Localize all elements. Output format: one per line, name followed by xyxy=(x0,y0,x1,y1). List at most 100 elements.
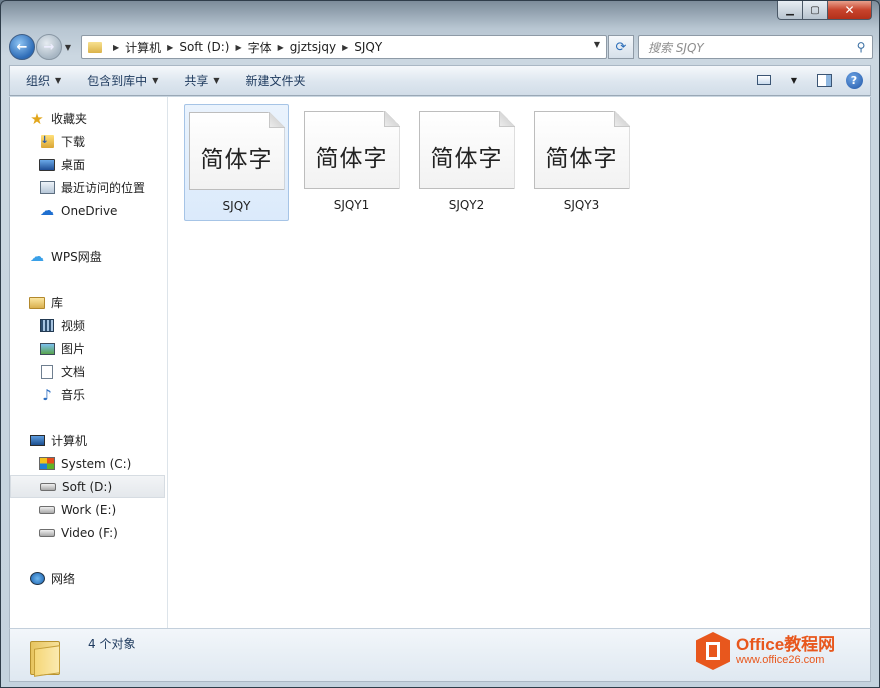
refresh-icon: ⟳ xyxy=(615,39,627,55)
refresh-button[interactable]: ⟳ xyxy=(608,35,634,59)
sidebar-item-network[interactable]: 网络 xyxy=(10,567,167,590)
file-name: SJQY xyxy=(222,199,251,213)
chevron-down-icon: ▼ xyxy=(213,76,220,85)
sidebar-item-pictures[interactable]: 图片 xyxy=(10,337,167,360)
font-file-icon: 简体字 xyxy=(418,111,515,189)
forward-button[interactable]: → xyxy=(36,34,62,60)
help-button[interactable]: ? xyxy=(844,71,864,89)
watermark-brand-cn: 教程网 xyxy=(784,634,836,654)
sidebar-item-soft-d[interactable]: Soft (D:) xyxy=(10,475,165,498)
sidebar-item-label: Soft (D:) xyxy=(62,479,113,494)
maximize-button[interactable]: ▢ xyxy=(803,1,828,20)
command-bar: 组织 ▼ 包含到库中 ▼ 共享 ▼ 新建文件夹 ▼ ? xyxy=(9,65,871,96)
back-arrow-icon: ← xyxy=(16,39,28,55)
sidebar-item-label: 计算机 xyxy=(51,434,88,448)
address-history-dropdown[interactable]: ▼ xyxy=(594,40,600,49)
folder-icon xyxy=(88,41,102,53)
breadcrumb-soft-drive[interactable]: Soft (D:) xyxy=(179,40,229,54)
sidebar-item-label: 音乐 xyxy=(61,388,86,402)
sidebar-item-label: Work (E:) xyxy=(61,502,117,517)
sidebar-item-label: System (C:) xyxy=(61,456,132,471)
videos-icon xyxy=(40,319,54,332)
chevron-down-icon: ▼ xyxy=(152,76,159,85)
organize-menu[interactable]: 组织 ▼ xyxy=(16,72,71,89)
file-item-sjqy3[interactable]: 简体字 SJQY3 xyxy=(529,104,634,221)
system-drive-icon xyxy=(39,457,55,470)
search-input[interactable]: 搜索 SJQY xyxy=(648,39,850,56)
object-count: 4 个对象 xyxy=(88,637,136,651)
breadcrumb-gjztsjqy[interactable]: gjztsjqy xyxy=(290,40,336,54)
view-options-dropdown[interactable]: ▼ xyxy=(784,71,804,89)
documents-icon xyxy=(41,364,53,379)
font-file-icon: 简体字 xyxy=(188,112,285,190)
forward-arrow-icon: → xyxy=(43,39,55,55)
star-icon: ★ xyxy=(30,109,44,128)
chevron-right-icon[interactable]: ▶ xyxy=(107,43,125,52)
close-button[interactable]: ✕ xyxy=(828,1,872,20)
search-icon[interactable]: ⚲ xyxy=(850,40,872,54)
folder-icon xyxy=(30,637,62,677)
address-bar[interactable]: ▶ 计算机 ▶ Soft (D:) ▶ 字体 ▶ gjztsjqy ▶ SJQY… xyxy=(81,35,607,59)
chevron-right-icon[interactable]: ▶ xyxy=(229,43,247,52)
sidebar-item-label: 图片 xyxy=(61,342,86,356)
sidebar-item-label: 网络 xyxy=(51,572,76,586)
organize-label: 组织 xyxy=(26,74,51,88)
share-menu[interactable]: 共享 ▼ xyxy=(174,72,229,89)
computer-icon xyxy=(29,435,45,446)
include-in-library-menu[interactable]: 包含到库中 ▼ xyxy=(77,72,168,89)
drive-icon xyxy=(39,505,55,514)
sidebar-item-work-e[interactable]: Work (E:) xyxy=(10,498,167,521)
recent-places-icon xyxy=(39,181,55,194)
sidebar-item-computer[interactable]: 计算机 xyxy=(10,429,167,452)
recent-pages-dropdown[interactable]: ▼ xyxy=(63,43,73,52)
file-item-sjqy[interactable]: 简体字 SJQY xyxy=(184,104,289,221)
preview-pane-button[interactable] xyxy=(814,71,834,89)
sidebar-item-wps-cloud[interactable]: ☁ WPS网盘 xyxy=(10,245,167,268)
minimize-button[interactable]: ▁ xyxy=(777,1,803,20)
watermark-logo: Office教程网 www.office26.com xyxy=(696,628,862,674)
sidebar-item-libraries[interactable]: 库 xyxy=(10,291,167,314)
file-name: SJQY2 xyxy=(448,198,485,212)
sidebar-item-video-f[interactable]: Video (F:) xyxy=(10,521,167,544)
help-icon: ? xyxy=(845,71,863,89)
breadcrumb-sjqy[interactable]: SJQY xyxy=(354,40,382,54)
font-preview-text: 简体字 xyxy=(545,146,618,172)
sidebar-item-recent-places[interactable]: 最近访问的位置 xyxy=(10,176,167,199)
sidebar-item-label: 最近访问的位置 xyxy=(61,181,146,195)
sidebar-item-music[interactable]: ♪ 音乐 xyxy=(10,383,167,406)
sidebar-item-desktop[interactable]: 桌面 xyxy=(10,153,167,176)
chevron-right-icon[interactable]: ▶ xyxy=(161,43,179,52)
chevron-right-icon[interactable]: ▶ xyxy=(272,43,290,52)
sidebar-item-label: OneDrive xyxy=(61,203,118,218)
chevron-right-icon[interactable]: ▶ xyxy=(336,43,354,52)
office-logo-icon xyxy=(696,632,730,670)
pictures-icon xyxy=(39,342,55,355)
sidebar-item-label: 下载 xyxy=(61,135,86,149)
details-pane: 4 个对象 Office教程网 www.office26.com xyxy=(9,628,871,682)
back-button[interactable]: ← xyxy=(9,34,35,60)
file-item-sjqy2[interactable]: 简体字 SJQY2 xyxy=(414,104,519,221)
font-file-icon: 简体字 xyxy=(303,111,400,189)
share-label: 共享 xyxy=(184,74,209,88)
sidebar-item-favorites[interactable]: ★ 收藏夹 xyxy=(10,107,167,130)
search-box[interactable]: 搜索 SJQY ⚲ xyxy=(638,35,873,59)
sidebar-item-documents[interactable]: 文档 xyxy=(10,360,167,383)
sidebar-item-onedrive[interactable]: ☁ OneDrive xyxy=(10,199,167,222)
new-folder-button[interactable]: 新建文件夹 xyxy=(236,72,316,89)
music-icon: ♪ xyxy=(42,385,52,404)
breadcrumb-fonts[interactable]: 字体 xyxy=(248,39,272,56)
desktop-icon xyxy=(39,158,55,171)
preview-pane-icon xyxy=(816,73,832,87)
caption-buttons: ▁ ▢ ✕ xyxy=(777,1,872,20)
change-view-button[interactable] xyxy=(754,71,774,89)
file-list: 简体字 SJQY 简体字 SJQY1 简体字 SJQY2 简体字 SJQY3 xyxy=(168,97,870,628)
libraries-icon xyxy=(29,296,45,309)
sidebar-item-videos[interactable]: 视频 xyxy=(10,314,167,337)
watermark-url: www.office26.com xyxy=(736,653,825,666)
onedrive-icon: ☁ xyxy=(40,202,54,219)
sidebar-item-system-c[interactable]: System (C:) xyxy=(10,452,167,475)
sidebar-item-downloads[interactable]: ↓ 下载 xyxy=(10,130,167,153)
file-item-sjqy1[interactable]: 简体字 SJQY1 xyxy=(299,104,404,221)
watermark-brand: Office xyxy=(736,634,785,654)
breadcrumb-computer[interactable]: 计算机 xyxy=(125,39,161,56)
